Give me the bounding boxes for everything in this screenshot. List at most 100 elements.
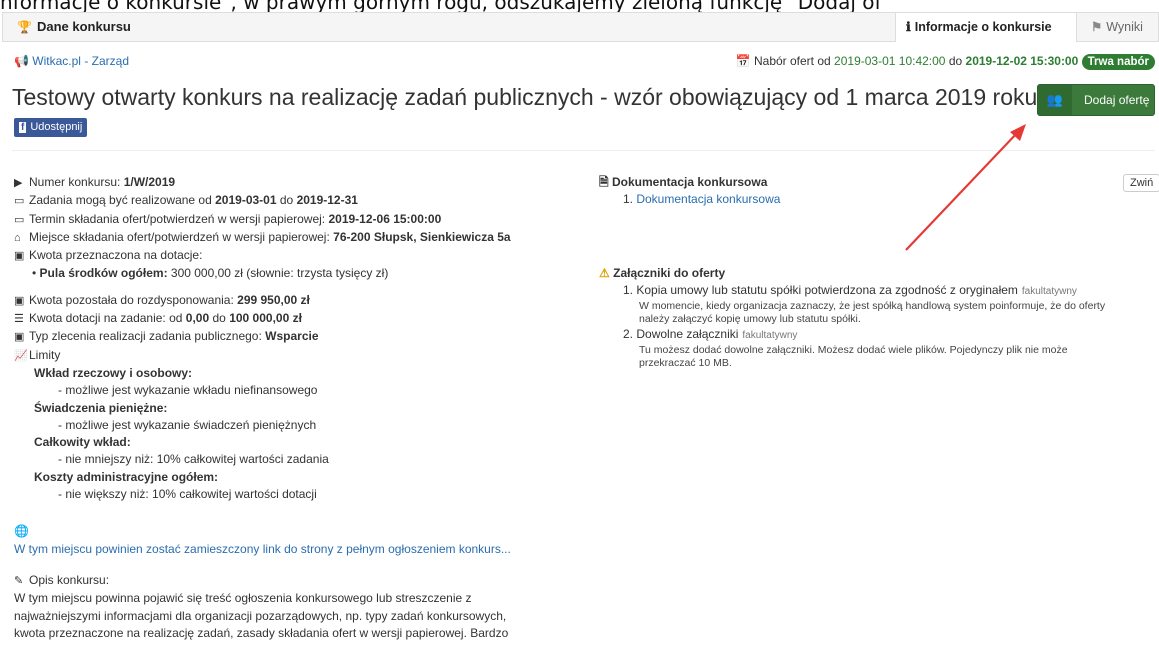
attachment-desc: przekraczać 10 MB. (639, 357, 732, 369)
attachment-item: 2. Dowolne załączniki fakultatywny Tu moż… (599, 326, 1159, 370)
limit-head: Całkowity wkład: (34, 435, 131, 450)
documents-column: 🗎 Dokumentacja konkursowa 1. Dokumentacj… (599, 174, 1159, 370)
money-icon: ▣ (14, 331, 25, 344)
detail-miejsce: ⌂ Miejsce składania ofert/potwierdzeń w w… (14, 229, 594, 247)
limit-value: - nie większy niż: 10% całkowitej wartoś… (58, 487, 317, 502)
attachment-name: Dowolne załączniki (636, 327, 739, 341)
attachment-num: 1. (623, 283, 634, 297)
realizacja-do-word: do (279, 193, 294, 208)
info-icon: ℹ (906, 20, 911, 34)
attachment-desc: należy załączyć kopię umowy lub statutu … (639, 313, 861, 325)
detail-kwota: ▣ Kwota przeznaczona na dotacje: (14, 247, 594, 265)
dotacja-do: 100 000,00 zł (229, 311, 302, 326)
doc-link[interactable]: Dokumentacja konkursowa (636, 192, 780, 206)
attachments-title: Załączniki do oferty (613, 266, 726, 280)
users-icon: 👥 (1038, 85, 1072, 115)
detail-realizacja: ▭ Zadania mogą być realizowane od 2019-03… (14, 192, 594, 210)
limit-head: Wkład rzeczowy i osobowy: (34, 365, 193, 380)
home-icon: ⌂ (14, 231, 21, 244)
detail-pozostala: ▣ Kwota pozostała do rozdysponowania: 299… (14, 292, 594, 310)
limit-value: - możliwe jest wykazanie świadczeń pieni… (58, 417, 317, 432)
detail-limity: 📈Limity (14, 347, 594, 365)
pula-value: 300 000,00 zł (słownie: trzysta tysięcy … (170, 266, 389, 281)
panel-header: 🏆 Dane konkursu ℹ Informacje o konkursie ⚑… (2, 12, 1159, 42)
nabor-line: 📅 Nabór ofert od 2019-03-01 10:42:00 do … (736, 54, 1155, 70)
dotacja-od: 0,00 (185, 311, 210, 326)
instruction-caption: nformacje o konkursie", w prawym górnym … (0, 0, 882, 12)
arrow-head (1010, 124, 1026, 141)
document-icon: 🗎 (599, 175, 609, 189)
doc-item: 1. Dokumentacja konkursowa (623, 192, 781, 206)
attachment-item: 1. Kopia umowy lub statutu spółki potwie… (599, 282, 1159, 326)
megaphone-icon: 📢 (14, 54, 29, 68)
pozostala-label: Kwota pozostała do rozdysponowania: (29, 292, 234, 307)
nabor-prefix: Nabór ofert od (753, 54, 831, 68)
organizer-link[interactable]: Witkac.pl (32, 54, 81, 68)
limit-value: - możliwe jest wykazanie wkładu niefinan… (58, 383, 318, 398)
attachment-desc: W momencie, kiedy organizacja zaznaczy, … (639, 300, 1106, 312)
opis-line: W tym miejscu powinna pojawić się treść … (14, 591, 472, 606)
limity-label: Limity (29, 347, 61, 362)
money-icon: ▣ (14, 294, 25, 307)
attachment-tag: fakultatywny (742, 330, 798, 341)
docs-title: Dokumentacja konkursowa (612, 175, 768, 189)
attachment-name: Kopia umowy lub statutu spółki potwierdz… (636, 283, 1018, 297)
edit-icon: ✎ (14, 574, 24, 587)
dotacja-label: Kwota dotacji na zadanie: od (29, 311, 183, 326)
detail-typ: ▣ Typ zlecenia realizacji zadania publicz… (14, 328, 594, 346)
miejsce-label: Miejsce składania ofert/potwierdzeń w we… (29, 229, 330, 244)
organizer-unit-link[interactable]: Zarząd (92, 54, 129, 68)
trophy-icon: 🏆 (17, 20, 32, 34)
collapse-button[interactable]: Zwiń (1123, 174, 1159, 192)
detail-termin: ▭ Termin składania ofert/potwierdzeń w we… (14, 211, 594, 229)
panel-title-text: Dane konkursu (36, 19, 131, 34)
numer-label: Numer konkursu: (29, 175, 121, 189)
kwota-label: Kwota przeznaczona na dotacje: (29, 248, 203, 263)
nabor-from: 2019-03-01 10:42:00 (834, 54, 946, 68)
limit-head: Koszty administracyjne ogółem: (34, 469, 219, 484)
dotacja-do-word: do (212, 311, 226, 326)
tab-wyniki[interactable]: ⚑ Wyniki (1081, 13, 1159, 42)
organizer-sep: - (80, 54, 92, 68)
attachment-num: 2. (623, 327, 634, 341)
nabor-to-word: do (948, 54, 963, 68)
typ-value: Wsparcie (265, 329, 319, 344)
numer-value: 1/W/2019 (123, 175, 176, 189)
competition-details: ▶ Numer konkursu: 1/W/2019 ▭ Zadania mogą … (14, 174, 594, 642)
calendar-icon: 📅 (735, 54, 751, 68)
realizacja-label: Zadania mogą być realizowane od (29, 193, 212, 208)
pula-label: Pula środków ogółem: (39, 266, 168, 281)
globe-icon: 🌐 (14, 524, 29, 539)
organizer-line: 📢 Witkac.pl - Zarząd (14, 54, 129, 68)
flag-icon: ⚑ (1091, 20, 1103, 34)
calendar-icon: ▭ (14, 195, 25, 208)
detail-pula: • Pula środków ogółem: 300 000,00 zł (sł… (32, 266, 389, 281)
line-chart-icon: 📈 (14, 349, 28, 362)
add-offer-label: Dodaj ofertę (1084, 93, 1150, 107)
pozostala-value: 299 950,00 zł (237, 292, 310, 307)
nabor-to: 2019-12-02 15:30:00 (965, 54, 1079, 68)
facebook-icon: f (19, 122, 27, 133)
realizacja-od: 2019-03-01 (215, 193, 277, 208)
warning-icon: ⚠ (599, 266, 610, 280)
realizacja-do: 2019-12-31 (296, 193, 358, 208)
attachments-heading: ⚠ Załączniki do oferty (599, 265, 1159, 282)
miejsce-value: 76-200 Słupsk, Sienkiewicza 5a (333, 229, 511, 244)
divider (12, 150, 1155, 151)
status-badge: Trwa nabór (1081, 54, 1155, 70)
tab-informacje-label: Informacje o konkursie (914, 20, 1052, 34)
limit-head: Świadczenia pieniężne: (34, 400, 168, 415)
termin-label: Termin składania ofert/potwierdzeń w wer… (29, 211, 326, 226)
tab-informacje[interactable]: ℹ Informacje o konkursie (895, 13, 1077, 42)
calendar-icon: ▭ (14, 213, 25, 226)
share-button[interactable]: f Udostępnij (14, 118, 88, 137)
money-icon: ▣ (14, 250, 25, 263)
announcement-link[interactable]: W tym miejscu powinien zostać zamieszczo… (14, 542, 511, 556)
add-offer-button[interactable]: 👥 Dodaj ofertę (1037, 84, 1155, 116)
tab-wyniki-label: Wyniki (1106, 20, 1143, 34)
share-label: Udostępnij (30, 121, 83, 133)
docs-heading: 🗎 Dokumentacja konkursowa (599, 174, 1159, 191)
